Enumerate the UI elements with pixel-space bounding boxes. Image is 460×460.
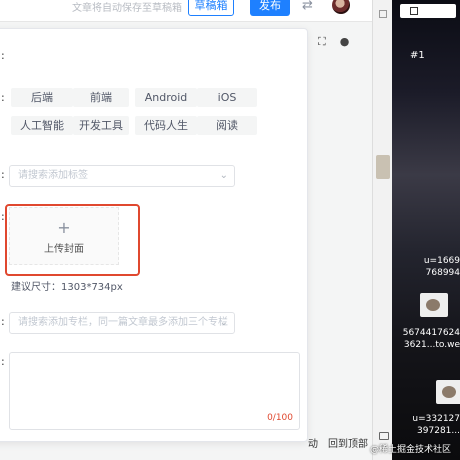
- video-number: #1: [410, 50, 425, 61]
- page-bottom-bar: 动 回到顶部: [300, 430, 372, 452]
- avatar[interactable]: [332, 0, 350, 14]
- danmaku-text: 3621...to.we: [403, 340, 460, 350]
- category-tag[interactable]: 阅读: [197, 116, 257, 135]
- category-tag[interactable]: Android: [135, 88, 197, 107]
- adjacent-window-edge: [372, 0, 392, 460]
- category-tag[interactable]: iOS: [197, 88, 257, 107]
- editor-page: 文章将自动保存至草稿箱 草稿箱 发布 ⇄ ⛶ ● : : 后端 前端 Andro…: [0, 0, 372, 460]
- category-tag[interactable]: 前端: [73, 88, 129, 107]
- caption-icon: [379, 432, 389, 440]
- avatar-image: [426, 299, 440, 311]
- summary-label-colon: :: [1, 355, 5, 368]
- publish-settings-panel: : : 后端 前端 Android iOS 人工智能 开发工具 代码人生 阅读 …: [0, 28, 308, 442]
- danmaku-text: 5674417624: [402, 328, 460, 338]
- avatar-image: [442, 386, 456, 398]
- thumbnail-image: [376, 155, 390, 179]
- checkbox-icon: [379, 10, 387, 18]
- editor-topbar: 文章将自动保存至草稿箱 草稿箱 发布 ⇄: [0, 0, 372, 22]
- github-icon[interactable]: ●: [340, 35, 350, 48]
- danmaku-avatar: [436, 380, 460, 404]
- chevron-down-icon: ⌄: [219, 170, 228, 181]
- fullscreen-icon[interactable]: ⛶: [318, 35, 326, 49]
- chevron-down-icon: ⌄: [219, 317, 228, 328]
- panel-header-mark: :: [1, 49, 5, 62]
- watermark: @稀土掘金技术社区: [370, 445, 452, 455]
- category-tag[interactable]: 开发工具: [73, 116, 129, 135]
- autosave-status: 文章将自动保存至草稿箱: [72, 3, 182, 14]
- video-panel: #1 u=1669 768994 5674417624 3621...to.we…: [392, 0, 460, 460]
- draft-box-button[interactable]: 草稿箱: [188, 0, 234, 16]
- column-label-colon: :: [1, 315, 5, 328]
- category-label-colon: :: [1, 91, 5, 104]
- danmaku-text: u=1669: [423, 256, 460, 266]
- category-tag[interactable]: 人工智能: [11, 116, 73, 135]
- tag-search-placeholder: 请搜索添加标签: [18, 170, 88, 181]
- cover-highlight-box: [5, 204, 140, 276]
- column-search-placeholder: 请搜索添加专栏，同一篇文章最多添加三个专栏: [18, 317, 228, 328]
- danmaku-avatar: [420, 293, 448, 317]
- checkbox-icon: [410, 7, 418, 15]
- tag-search-input[interactable]: 请搜索添加标签 ⌄: [9, 165, 235, 187]
- tag-label-colon: :: [1, 168, 5, 181]
- danmaku-text: 768994: [425, 268, 460, 278]
- screen: 文章将自动保存至草稿箱 草稿箱 发布 ⇄ ⛶ ● : : 后端 前端 Andro…: [0, 0, 460, 460]
- danmaku-text: 397281...: [417, 426, 460, 436]
- summary-char-count: 0/100: [267, 413, 293, 423]
- category-tag[interactable]: 代码人生: [135, 116, 197, 135]
- publish-button[interactable]: 发布: [250, 0, 290, 16]
- editor-toolbar: ⛶ ●: [318, 30, 358, 48]
- partial-label: 动: [308, 439, 318, 450]
- summary-textarea[interactable]: 0/100: [9, 352, 300, 430]
- back-to-top-link[interactable]: 回到顶部: [328, 435, 368, 450]
- column-search-input[interactable]: 请搜索添加专栏，同一篇文章最多添加三个专栏 ⌄: [9, 312, 235, 334]
- video-toolbar: [400, 4, 456, 18]
- cover-size-hint: 建议尺寸：1303*734px: [11, 282, 123, 293]
- category-tag[interactable]: 后端: [11, 88, 73, 107]
- danmaku-text: u=332127: [412, 414, 460, 424]
- switch-editor-icon[interactable]: ⇄: [302, 0, 313, 13]
